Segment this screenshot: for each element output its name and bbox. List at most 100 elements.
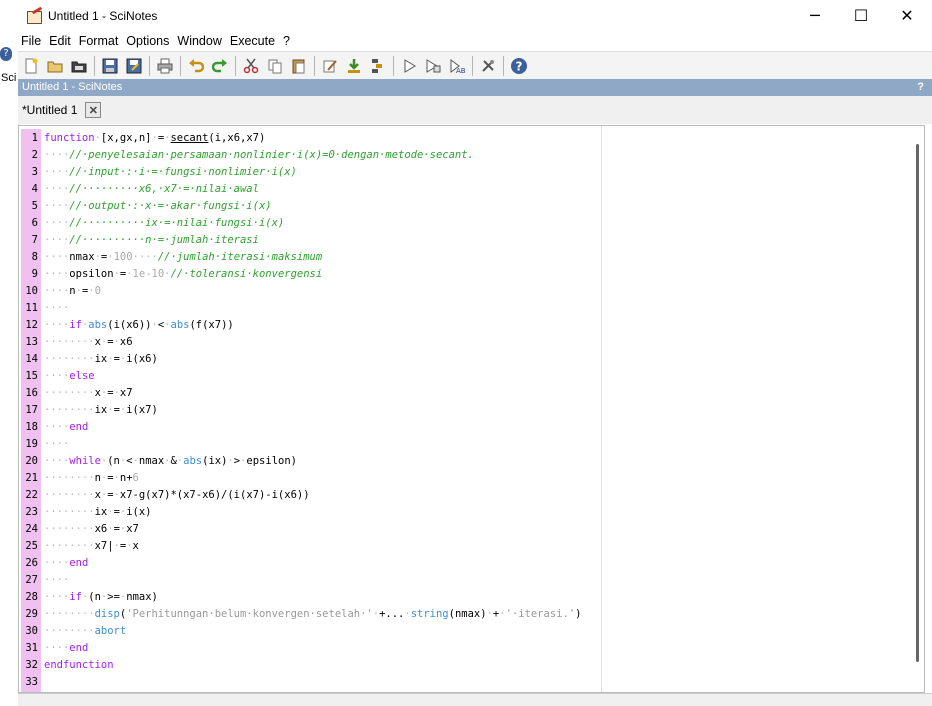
load-icon[interactable]: [343, 55, 365, 77]
format-icon[interactable]: [319, 55, 341, 77]
copy-icon[interactable]: [264, 55, 286, 77]
close-button[interactable]: ✕: [884, 0, 930, 31]
run-selection-icon[interactable]: ABC: [446, 55, 468, 77]
tab-close-icon[interactable]: ✕: [85, 102, 102, 118]
tools-icon[interactable]: [477, 55, 499, 77]
code-line[interactable]: endfunction: [44, 659, 114, 671]
code-line[interactable]: function·[x,gx,n]·=·secant(i,x6,x7): [44, 132, 265, 144]
code-line[interactable]: ····: [44, 574, 69, 586]
code-line[interactable]: ····else: [44, 370, 95, 382]
dock-title-bar: Untitled 1 - SciNotes ?: [18, 79, 932, 96]
menu-edit[interactable]: Edit: [49, 34, 71, 48]
run-icon[interactable]: [398, 55, 420, 77]
vertical-scrollbar[interactable]: [916, 144, 919, 662]
code-line[interactable]: ········x·=·x7: [44, 387, 133, 399]
menu-options[interactable]: Options: [126, 34, 169, 48]
code-token: ····: [44, 200, 70, 212]
menu-execute[interactable]: Execute: [230, 34, 275, 48]
code-line[interactable]: ····while·(n·<·nmax·&·abs(ix)·>·epsilon): [44, 455, 297, 467]
code-line[interactable]: ········ix·=·i(x6): [44, 353, 158, 365]
code-token: ····: [44, 234, 70, 246]
code-token: ····: [132, 251, 158, 263]
code-token: x7-g(x7)*(x7-x6)/(i(x7)-i(x6)): [119, 489, 310, 501]
code-line[interactable]: ········x·=·x7-g(x7)*(x7-x6)/(i(x7)-i(x6…: [44, 489, 310, 501]
code-line[interactable]: ········n·=·n+6: [44, 472, 139, 484]
paste-icon[interactable]: [288, 55, 310, 77]
line-number: 7: [31, 234, 38, 246]
code-token: n+: [119, 472, 133, 484]
maximize-button[interactable]: ☐: [838, 0, 884, 31]
code-line[interactable]: ····//··········n·=·jumlah·iterasi: [44, 234, 259, 246]
dock-help-button[interactable]: ?: [917, 79, 924, 96]
code-token: x6: [94, 523, 108, 535]
execute-file-icon[interactable]: [367, 55, 389, 77]
code-line[interactable]: ····end: [44, 557, 88, 569]
code-line[interactable]: ····n·=·0: [44, 285, 101, 297]
help-icon[interactable]: ?: [508, 55, 530, 77]
line-number: 15: [25, 370, 38, 382]
menu-help[interactable]: ?: [283, 34, 290, 48]
code-line[interactable]: ····end: [44, 421, 88, 433]
code-token: x7: [94, 540, 108, 552]
svg-text:ABC: ABC: [456, 67, 465, 74]
code-line[interactable]: ········x·=·x6: [44, 336, 133, 348]
print-icon[interactable]: [154, 55, 176, 77]
menu-file[interactable]: File: [21, 34, 41, 48]
tab-untitled-1[interactable]: *Untitled 1 ✕: [22, 99, 102, 121]
code-line[interactable]: ····//·········x6,·x7·=·nilai·awal: [44, 183, 259, 195]
code-line[interactable]: ····//··········ix·=·nilai·fungsi·i(x): [44, 217, 284, 229]
code-line[interactable]: ····//·output·:·x·=·akar·fungsi·i(x): [44, 200, 272, 212]
code-token: ········: [44, 540, 95, 552]
code-token: abs: [183, 455, 203, 467]
code-editor[interactable]: 1 function·[x,gx,n]·=·secant(i,x6,x7) 2 ···…: [18, 125, 925, 693]
code-token: (i,x6,x7): [208, 132, 266, 144]
code-line[interactable]: ········ix·=·i(x): [44, 506, 152, 518]
svg-text:?: ?: [516, 60, 523, 74]
code-token: //··········ix·=·nilai·fungsi·i(x): [69, 217, 285, 229]
code-token: ····: [44, 251, 70, 263]
code-line[interactable]: ········abort: [44, 625, 126, 637]
run-step-icon[interactable]: [422, 55, 444, 77]
code-token: '·iterasi.': [505, 608, 576, 620]
save-icon[interactable]: [99, 55, 121, 77]
line-number: 19: [25, 438, 38, 450]
save-as-icon[interactable]: [123, 55, 145, 77]
code-line[interactable]: ····nmax·=·100····//·jumlah·iterasi·maks…: [44, 251, 322, 263]
tab-strip: *Untitled 1 ✕: [18, 96, 932, 124]
cut-icon[interactable]: [240, 55, 262, 77]
code-token: (n: [107, 455, 120, 467]
code-line[interactable]: ····opsilon·=·1e-10·//·toleransi·konverg…: [44, 268, 322, 280]
code-line[interactable]: ····: [44, 302, 69, 314]
code-token: 0: [94, 285, 101, 297]
background-help-icon[interactable]: ?: [0, 47, 12, 61]
code-line[interactable]: ····if·abs(i(x6))·<·abs(f(x7)): [44, 319, 234, 331]
code-token: ····: [44, 285, 70, 297]
code-line[interactable]: ····: [44, 438, 69, 450]
code-line[interactable]: ····//·penyelesaian·persamaan·nonlinier·…: [44, 149, 474, 161]
code-token: ····: [44, 217, 70, 229]
code-token: epsilon): [246, 455, 297, 467]
new-file-icon[interactable]: [20, 55, 42, 77]
code-token: ····: [44, 421, 70, 433]
open-folder-icon[interactable]: [68, 55, 90, 77]
line-number: 2: [31, 149, 38, 161]
code-token: //·jumlah·iterasi·maksimum: [157, 251, 323, 263]
redo-icon[interactable]: [209, 55, 231, 77]
code-token: ····: [44, 591, 70, 603]
code-token: (n: [88, 591, 101, 603]
code-token: nmax: [69, 251, 95, 263]
menu-window[interactable]: Window: [177, 34, 221, 48]
code-line[interactable]: ········ix·=·i(x7): [44, 404, 158, 416]
code-line[interactable]: ········x7|·=·x: [44, 540, 139, 552]
code-line[interactable]: ····if·(n·>=·nmax): [44, 591, 158, 603]
code-line[interactable]: ········x6·=·x7: [44, 523, 139, 535]
code-token: ········: [44, 625, 95, 637]
menu-format[interactable]: Format: [79, 34, 119, 48]
minimize-button[interactable]: ─: [792, 0, 838, 31]
code-line[interactable]: ····//·input·:·i·=·fungsi·nonlimier·i(x): [44, 166, 297, 178]
open-file-icon[interactable]: [44, 55, 66, 77]
code-line[interactable]: ········disp('Perhitunngan·belum·konverg…: [44, 608, 581, 620]
code-line[interactable]: ····end: [44, 642, 88, 654]
code-token: 1e-10: [132, 268, 165, 280]
undo-icon[interactable]: [185, 55, 207, 77]
